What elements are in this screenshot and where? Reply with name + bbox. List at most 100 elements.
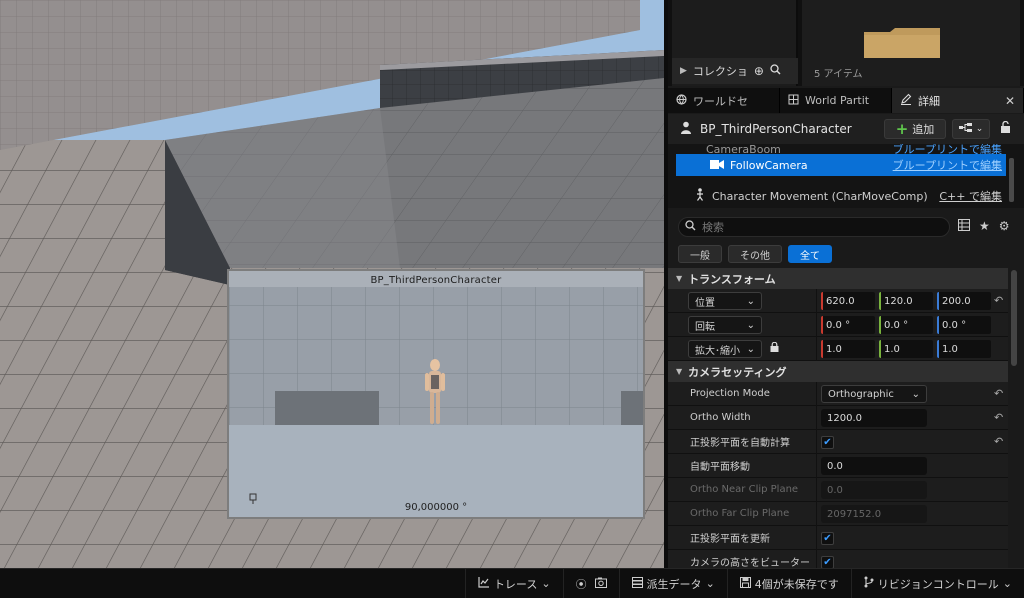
scale-y-input[interactable]: 1.0	[879, 340, 933, 358]
location-z-input[interactable]: 200.0	[937, 292, 991, 310]
prop-name: 正投影平面を更新	[690, 534, 770, 545]
lock-icon[interactable]	[1000, 120, 1011, 136]
reset-arrow-icon[interactable]: ↶	[994, 294, 1003, 307]
prop-name: 正投影平面を自動計算	[690, 438, 790, 449]
record-tools: ⦿	[562, 568, 619, 598]
details-properties: ▼ トランスフォーム 位置 ⌄ 620.0 120.0 200.0 ↶ 回転 ⌄…	[668, 268, 1008, 568]
camera-icon	[710, 159, 724, 172]
auto-plane-shift-input[interactable]: 0.0	[821, 457, 927, 475]
chevron-down-icon: ⌄	[975, 124, 984, 134]
filter-all[interactable]: 全て	[788, 245, 832, 263]
details-tools: ★ ⚙	[958, 219, 1010, 234]
camera-height-checkbox[interactable]: ✔	[821, 555, 834, 568]
item-count: 5 アイテム	[814, 69, 863, 80]
gear-icon[interactable]: ⚙	[999, 219, 1010, 234]
folder-icon[interactable]	[862, 26, 942, 58]
scale-label: 拡大･縮小	[695, 345, 740, 357]
reset-arrow-icon[interactable]: ↶	[994, 387, 1003, 400]
chevron-right-icon[interactable]: ▶	[680, 66, 687, 76]
server-icon	[631, 576, 643, 591]
location-y-input[interactable]: 120.0	[879, 292, 933, 310]
camera-settings-section-header[interactable]: ▼ カメラセッティング	[668, 361, 1008, 382]
prop-ortho-near-clip: Ortho Near Clip Plane 0.0	[668, 478, 1008, 502]
table-view-icon[interactable]	[958, 219, 970, 234]
edit-in-blueprint-link[interactable]: ブループリントで編集	[893, 157, 1006, 173]
edit-in-cpp-link[interactable]: C++ で編集	[939, 188, 1006, 204]
globe-icon	[676, 93, 687, 108]
details-search-input[interactable]: 検索	[678, 217, 950, 237]
search-icon[interactable]	[770, 64, 781, 78]
unsaved-assets-button[interactable]: 4個が未保存です	[726, 568, 851, 598]
prop-name: Ortho Near Clip Plane	[690, 484, 799, 495]
level-viewport[interactable]: BP_ThirdPersonCharacter 90,000000 °	[0, 0, 664, 568]
camera-preview-window[interactable]: BP_ThirdPersonCharacter 90,000000 °	[227, 269, 645, 519]
filter-other[interactable]: その他	[728, 245, 782, 263]
component-tree-scrollbar[interactable]	[1009, 158, 1014, 202]
details-scrollbar[interactable]	[1011, 270, 1017, 366]
reset-arrow-icon[interactable]: ↶	[994, 411, 1003, 424]
add-component-button[interactable]: + 追加	[884, 119, 946, 139]
movement-icon	[694, 188, 706, 204]
component-row-character-movement[interactable]: Character Movement (CharMoveComp) C++ で編…	[676, 185, 1006, 207]
update-ortho-plane-checkbox[interactable]: ✔	[821, 531, 834, 545]
chevron-down-icon: ⌄	[746, 343, 755, 355]
ortho-width-input[interactable]: 1200.0	[821, 409, 927, 427]
camera-fov-readout: 90,000000 °	[404, 502, 468, 513]
prop-name: カメラの高さをビューター	[690, 558, 810, 568]
transform-section-header[interactable]: ▼ トランスフォーム	[668, 268, 1008, 289]
prop-projection-mode: Projection Mode Orthographic ⌄ ↶	[668, 382, 1008, 406]
trace-button[interactable]: トレース ⌄	[464, 568, 563, 598]
revision-control-button[interactable]: リビジョンコントロール ⌄	[850, 568, 1024, 598]
rotation-y-input[interactable]: 0.0 °	[879, 316, 933, 334]
details-filters: 一般 その他 全て	[668, 242, 1024, 266]
reset-arrow-icon[interactable]: ↶	[994, 435, 1003, 448]
snapshot-icon[interactable]	[594, 577, 607, 591]
filter-general[interactable]: 一般	[678, 245, 722, 263]
blueprint-options-button[interactable]: ⌄	[952, 119, 990, 139]
collections-bar[interactable]: ▶ コレクショ ⊕	[672, 58, 798, 84]
panel-tabs: ワールドセ World Partit 詳細 ✕	[668, 88, 1024, 113]
scale-dropdown[interactable]: 拡大･縮小 ⌄	[688, 340, 762, 358]
pencil-icon	[900, 93, 912, 108]
close-icon[interactable]: ✕	[1005, 94, 1015, 108]
rotation-x-input[interactable]: 0.0 °	[821, 316, 875, 334]
collections-panel: ▶ コレクショ ⊕	[672, 0, 798, 86]
scale-x-input[interactable]: 1.0	[821, 340, 875, 358]
derived-data-button[interactable]: 派生データ ⌄	[618, 568, 727, 598]
ortho-far-clip-input[interactable]: 2097152.0	[821, 505, 927, 523]
tab-world-partition[interactable]: World Partit	[780, 88, 892, 113]
chevron-down-icon: ⌄	[541, 577, 551, 590]
rotation-z-input[interactable]: 0.0 °	[937, 316, 991, 334]
ortho-near-clip-input[interactable]: 0.0	[821, 481, 927, 499]
tab-world-settings[interactable]: ワールドセ	[668, 88, 780, 113]
prop-ortho-far-clip: Ortho Far Clip Plane 2097152.0	[668, 502, 1008, 526]
section-title: トランスフォーム	[688, 272, 776, 286]
projection-mode-dropdown[interactable]: Orthographic ⌄	[821, 385, 927, 403]
record-circle-icon[interactable]: ⦿	[576, 576, 587, 592]
search-icon	[685, 220, 696, 234]
chevron-down-icon: ⌄	[746, 319, 755, 331]
rotation-dropdown[interactable]: 回転 ⌄	[688, 316, 762, 334]
star-icon[interactable]: ★	[979, 219, 990, 234]
tab-label: 詳細	[918, 94, 940, 108]
rotation-values: 0.0 ° 0.0 ° 0.0 °	[816, 313, 991, 337]
prop-value: ✔	[816, 550, 834, 568]
auto-calc-plane-checkbox[interactable]: ✔	[821, 435, 834, 449]
prop-rotation: 回転 ⌄ 0.0 ° 0.0 ° 0.0 °	[668, 313, 1008, 337]
location-x-input[interactable]: 620.0	[821, 292, 875, 310]
add-circle-icon[interactable]: ⊕	[754, 64, 764, 78]
prop-value: 0.0	[816, 454, 927, 478]
asset-view[interactable]: 5 アイテム	[802, 0, 1020, 86]
save-icon	[739, 576, 751, 591]
location-dropdown[interactable]: 位置 ⌄	[688, 292, 762, 310]
prop-value: 0.0	[816, 478, 927, 502]
rotation-label: 回転	[695, 321, 715, 333]
scale-z-input[interactable]: 1.0	[937, 340, 991, 358]
tab-details[interactable]: 詳細 ✕	[892, 88, 1024, 113]
chevron-down-icon: ⌄	[911, 388, 920, 400]
scale-lock-icon[interactable]	[770, 341, 779, 355]
grid-icon	[788, 94, 799, 108]
component-row-follow-camera[interactable]: FollowCamera ブループリントで編集	[676, 154, 1006, 176]
collections-label: コレクショ	[692, 65, 748, 78]
pawn-icon	[680, 121, 692, 137]
